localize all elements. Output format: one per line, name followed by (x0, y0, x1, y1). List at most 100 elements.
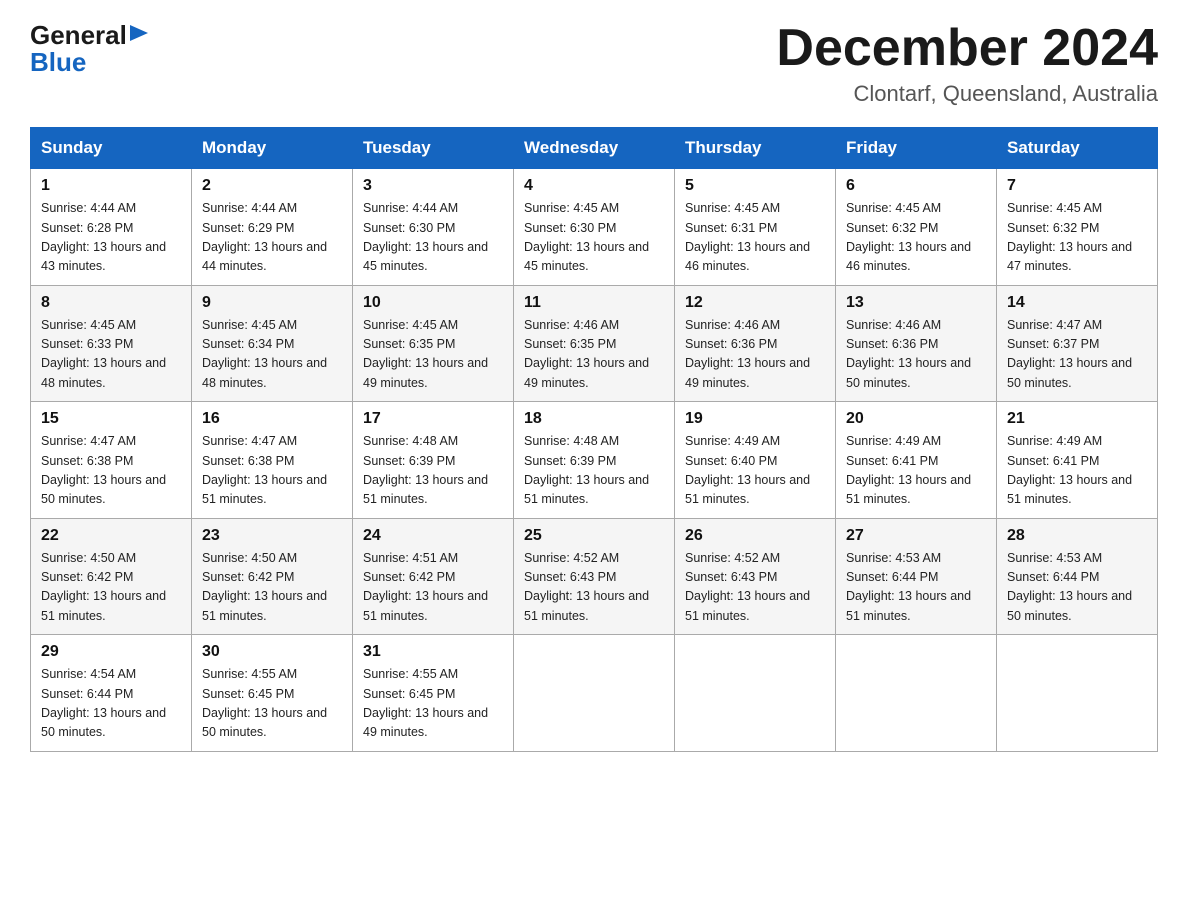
day-number: 16 (202, 410, 342, 428)
col-monday: Monday (192, 128, 353, 169)
day-number: 9 (202, 294, 342, 312)
day-info: Sunrise: 4:44 AMSunset: 6:29 PMDaylight:… (202, 199, 342, 277)
calendar-week-row: 1 Sunrise: 4:44 AMSunset: 6:28 PMDaylight… (31, 169, 1158, 286)
day-info: Sunrise: 4:54 AMSunset: 6:44 PMDaylight:… (41, 665, 181, 743)
day-number: 2 (202, 177, 342, 195)
col-sunday: Sunday (31, 128, 192, 169)
table-row: 18 Sunrise: 4:48 AMSunset: 6:39 PMDayligh… (514, 402, 675, 519)
day-number: 5 (685, 177, 825, 195)
day-info: Sunrise: 4:46 AMSunset: 6:35 PMDaylight:… (524, 316, 664, 394)
day-info: Sunrise: 4:53 AMSunset: 6:44 PMDaylight:… (846, 549, 986, 627)
day-info: Sunrise: 4:44 AMSunset: 6:30 PMDaylight:… (363, 199, 503, 277)
table-row: 28Sunrise: 4:53 AMSunset: 6:44 PMDayligh… (997, 518, 1158, 635)
day-info: Sunrise: 4:45 AMSunset: 6:30 PMDaylight:… (524, 199, 664, 277)
location-subtitle: Clontarf, Queensland, Australia (776, 81, 1158, 107)
day-info: Sunrise: 4:50 AMSunset: 6:42 PMDaylight:… (41, 549, 181, 627)
table-row: 4Sunrise: 4:45 AMSunset: 6:30 PMDaylight… (514, 169, 675, 286)
day-info: Sunrise: 4:46 AMSunset: 6:36 PMDaylight:… (846, 316, 986, 394)
table-row: 13 Sunrise: 4:46 AMSunset: 6:36 PMDayligh… (836, 285, 997, 402)
table-row: 7 Sunrise: 4:45 AMSunset: 6:32 PMDaylight… (997, 169, 1158, 286)
table-row (514, 635, 675, 752)
calendar-week-row: 29 Sunrise: 4:54 AMSunset: 6:44 PMDayligh… (31, 635, 1158, 752)
month-title: December 2024 (776, 20, 1158, 77)
day-info: Sunrise: 4:45 AMSunset: 6:32 PMDaylight:… (846, 199, 986, 277)
day-info: Sunrise: 4:52 AMSunset: 6:43 PMDaylight:… (685, 549, 825, 627)
day-number: 8 (41, 294, 181, 312)
col-saturday: Saturday (997, 128, 1158, 169)
day-number: 3 (363, 177, 503, 195)
day-info: Sunrise: 4:46 AMSunset: 6:36 PMDaylight:… (685, 316, 825, 394)
table-row (836, 635, 997, 752)
table-row: 27 Sunrise: 4:53 AMSunset: 6:44 PMDayligh… (836, 518, 997, 635)
day-info: Sunrise: 4:45 AMSunset: 6:32 PMDaylight:… (1007, 199, 1147, 277)
table-row: 24 Sunrise: 4:51 AMSunset: 6:42 PMDayligh… (353, 518, 514, 635)
day-number: 24 (363, 527, 503, 545)
logo-flag-icon (130, 25, 152, 47)
day-number: 17 (363, 410, 503, 428)
logo-blue-text: Blue (30, 47, 86, 78)
table-row: 6 Sunrise: 4:45 AMSunset: 6:32 PMDaylight… (836, 169, 997, 286)
table-row (997, 635, 1158, 752)
day-number: 27 (846, 527, 986, 545)
day-info: Sunrise: 4:49 AMSunset: 6:41 PMDaylight:… (1007, 432, 1147, 510)
day-info: Sunrise: 4:55 AMSunset: 6:45 PMDaylight:… (363, 665, 503, 743)
calendar-header-row: Sunday Monday Tuesday Wednesday Thursday… (31, 128, 1158, 169)
table-row: 3 Sunrise: 4:44 AMSunset: 6:30 PMDaylight… (353, 169, 514, 286)
day-info: Sunrise: 4:48 AMSunset: 6:39 PMDaylight:… (524, 432, 664, 510)
day-info: Sunrise: 4:49 AMSunset: 6:40 PMDaylight:… (685, 432, 825, 510)
day-number: 18 (524, 410, 664, 428)
table-row: 10 Sunrise: 4:45 AMSunset: 6:35 PMDayligh… (353, 285, 514, 402)
day-info: Sunrise: 4:52 AMSunset: 6:43 PMDaylight:… (524, 549, 664, 627)
day-number: 29 (41, 643, 181, 661)
day-info: Sunrise: 4:50 AMSunset: 6:42 PMDaylight:… (202, 549, 342, 627)
day-number: 13 (846, 294, 986, 312)
table-row: 31 Sunrise: 4:55 AMSunset: 6:45 PMDayligh… (353, 635, 514, 752)
table-row: 1 Sunrise: 4:44 AMSunset: 6:28 PMDaylight… (31, 169, 192, 286)
day-number: 28 (1007, 527, 1147, 545)
table-row: 5Sunrise: 4:45 AMSunset: 6:31 PMDaylight… (675, 169, 836, 286)
day-number: 14 (1007, 294, 1147, 312)
table-row: 26 Sunrise: 4:52 AMSunset: 6:43 PMDayligh… (675, 518, 836, 635)
calendar-table: Sunday Monday Tuesday Wednesday Thursday… (30, 127, 1158, 752)
table-row: 17 Sunrise: 4:48 AMSunset: 6:39 PMDayligh… (353, 402, 514, 519)
calendar-week-row: 8Sunrise: 4:45 AMSunset: 6:33 PMDaylight… (31, 285, 1158, 402)
col-thursday: Thursday (675, 128, 836, 169)
table-row: 8Sunrise: 4:45 AMSunset: 6:33 PMDaylight… (31, 285, 192, 402)
table-row: 15Sunrise: 4:47 AMSunset: 6:38 PMDayligh… (31, 402, 192, 519)
day-number: 15 (41, 410, 181, 428)
day-info: Sunrise: 4:45 AMSunset: 6:34 PMDaylight:… (202, 316, 342, 394)
table-row: 29 Sunrise: 4:54 AMSunset: 6:44 PMDayligh… (31, 635, 192, 752)
col-wednesday: Wednesday (514, 128, 675, 169)
table-row: 2 Sunrise: 4:44 AMSunset: 6:29 PMDaylight… (192, 169, 353, 286)
day-info: Sunrise: 4:47 AMSunset: 6:37 PMDaylight:… (1007, 316, 1147, 394)
day-number: 12 (685, 294, 825, 312)
logo: General Blue (30, 20, 152, 78)
day-number: 10 (363, 294, 503, 312)
table-row: 20Sunrise: 4:49 AMSunset: 6:41 PMDayligh… (836, 402, 997, 519)
table-row: 23Sunrise: 4:50 AMSunset: 6:42 PMDayligh… (192, 518, 353, 635)
day-number: 19 (685, 410, 825, 428)
day-number: 26 (685, 527, 825, 545)
day-number: 20 (846, 410, 986, 428)
day-number: 6 (846, 177, 986, 195)
calendar-week-row: 22Sunrise: 4:50 AMSunset: 6:42 PMDayligh… (31, 518, 1158, 635)
page-header: General Blue December 2024 Clontarf, Que… (30, 20, 1158, 107)
day-number: 11 (524, 294, 664, 312)
col-friday: Friday (836, 128, 997, 169)
table-row: 14 Sunrise: 4:47 AMSunset: 6:37 PMDayligh… (997, 285, 1158, 402)
table-row: 30Sunrise: 4:55 AMSunset: 6:45 PMDayligh… (192, 635, 353, 752)
day-info: Sunrise: 4:51 AMSunset: 6:42 PMDaylight:… (363, 549, 503, 627)
day-number: 31 (363, 643, 503, 661)
day-number: 7 (1007, 177, 1147, 195)
day-info: Sunrise: 4:47 AMSunset: 6:38 PMDaylight:… (202, 432, 342, 510)
col-tuesday: Tuesday (353, 128, 514, 169)
day-info: Sunrise: 4:45 AMSunset: 6:35 PMDaylight:… (363, 316, 503, 394)
day-info: Sunrise: 4:48 AMSunset: 6:39 PMDaylight:… (363, 432, 503, 510)
day-number: 30 (202, 643, 342, 661)
day-number: 21 (1007, 410, 1147, 428)
table-row: 11 Sunrise: 4:46 AMSunset: 6:35 PMDayligh… (514, 285, 675, 402)
day-info: Sunrise: 4:44 AMSunset: 6:28 PMDaylight:… (41, 199, 181, 277)
day-number: 1 (41, 177, 181, 195)
table-row: 22Sunrise: 4:50 AMSunset: 6:42 PMDayligh… (31, 518, 192, 635)
day-number: 25 (524, 527, 664, 545)
